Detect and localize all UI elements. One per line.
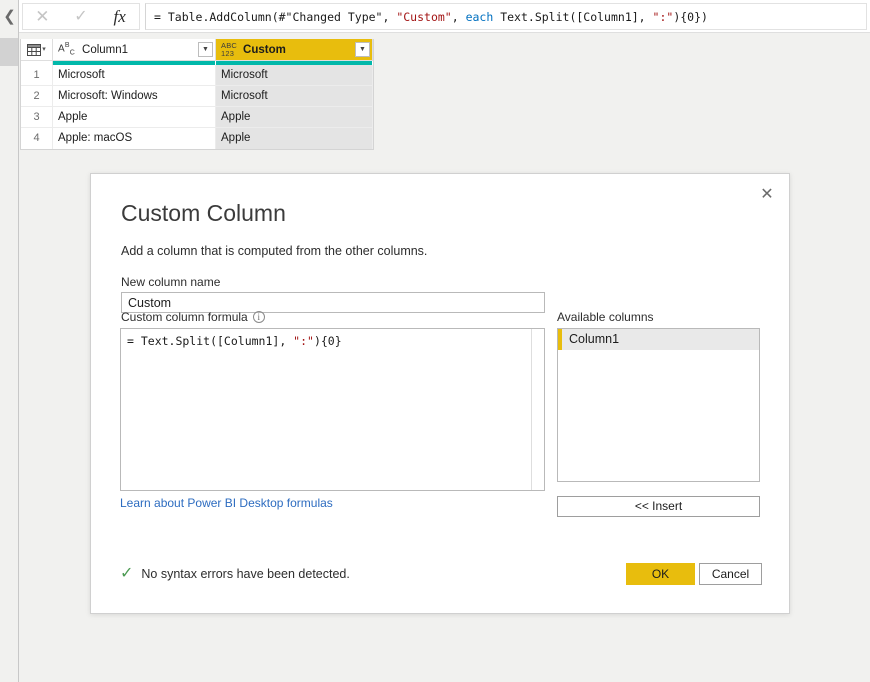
abc123-any-type-icon: ABC 123: [221, 41, 237, 58]
formula-token: ":": [652, 10, 674, 24]
row-number: 1: [21, 65, 53, 85]
check-icon: ✓: [120, 565, 134, 582]
grid-column-header-label: Column1: [82, 43, 129, 56]
row-number: 4: [21, 128, 53, 149]
cell-column1[interactable]: Microsoft: Windows: [53, 86, 216, 106]
cell-column1[interactable]: Apple: macOS: [53, 128, 216, 149]
formula-token: ){0}: [313, 334, 342, 348]
fx-icon[interactable]: fx: [100, 4, 139, 29]
column-filter-dropdown-icon[interactable]: ▼: [198, 42, 213, 57]
cell-custom[interactable]: Apple: [216, 128, 373, 149]
chevron-left-icon[interactable]: ❮: [2, 8, 17, 26]
formula-token: ){0}): [673, 10, 708, 24]
row-number: 2: [21, 86, 53, 106]
learn-formulas-link[interactable]: Learn about Power BI Desktop formulas: [120, 496, 333, 510]
chevron-down-icon: ▾: [42, 46, 46, 53]
formula-token: = Text.Split([Column1],: [127, 334, 294, 348]
table-row[interactable]: 4 Apple: macOS Apple: [21, 128, 373, 149]
insert-button[interactable]: << Insert: [557, 496, 760, 517]
cell-custom[interactable]: Apple: [216, 107, 373, 127]
table-icon: [27, 43, 42, 56]
dialog-title: Custom Column: [121, 200, 286, 226]
cancel-icon[interactable]: ✕: [23, 4, 62, 29]
syntax-status: ✓ No syntax errors have been detected.: [120, 565, 350, 582]
formula-token: = Table.AddColumn(#"Changed Type",: [154, 10, 397, 24]
cell-column1[interactable]: Microsoft: [53, 65, 216, 85]
formula-token: "Custom": [396, 10, 452, 24]
abc-text-type-icon: ABC: [58, 41, 76, 57]
grid-header-row: ▾ ABC Column1 ▼ ABC 123 Custom ▼: [21, 39, 373, 61]
cancel-button[interactable]: Cancel: [699, 563, 762, 585]
formula-token: Text.Split([Column1],: [493, 10, 653, 24]
formula-token: each: [465, 10, 494, 24]
table-row[interactable]: 3 Apple Apple: [21, 107, 373, 128]
column-filter-dropdown-icon[interactable]: ▼: [355, 42, 370, 57]
close-icon[interactable]: ✕: [755, 183, 779, 207]
custom-column-formula-label: Custom column formula i: [121, 310, 265, 324]
available-columns-label: Available columns: [557, 310, 654, 324]
power-query-editor-window: ❮ ✕ ✓ fx = Table.AddColumn(#"Changed Typ…: [0, 0, 870, 682]
cell-custom[interactable]: Microsoft: [216, 65, 373, 85]
custom-column-formula-editor[interactable]: = Text.Split([Column1], ":"){0}: [120, 328, 545, 491]
grid-rows: 1 Microsoft Microsoft 2 Microsoft: Windows Mi…: [21, 65, 373, 149]
grid-column-header-custom[interactable]: ABC 123 Custom ▼: [216, 39, 373, 60]
custom-column-dialog: ✕ Custom Column Add a column that is com…: [90, 173, 790, 614]
data-preview-grid: ▾ ABC Column1 ▼ ABC 123 Custom ▼ 1 Micros…: [20, 39, 374, 150]
check-icon[interactable]: ✓: [62, 4, 101, 29]
available-columns-list[interactable]: Column1: [557, 328, 760, 482]
formula-label-text: Custom column formula: [121, 310, 248, 324]
ok-button[interactable]: OK: [626, 563, 695, 585]
formula-editor-text: = Text.Split([Column1], ":"){0}: [121, 329, 544, 353]
status-badge: No syntax errors have been detected.: [141, 567, 350, 581]
formula-bar: ✕ ✓ fx = Table.AddColumn(#"Changed Type"…: [19, 0, 870, 33]
table-row[interactable]: 2 Microsoft: Windows Microsoft: [21, 86, 373, 107]
formula-token: ,: [451, 10, 466, 24]
formula-bar-input[interactable]: = Table.AddColumn(#"Changed Type", "Cust…: [145, 3, 867, 30]
cell-custom[interactable]: Microsoft: [216, 86, 373, 106]
dialog-subtitle: Add a column that is computed from the o…: [121, 244, 428, 258]
info-icon[interactable]: i: [252, 311, 265, 323]
formula-editor-scrollbar[interactable]: [531, 329, 544, 490]
grid-column-header-label: Custom: [243, 43, 286, 56]
row-number: 3: [21, 107, 53, 127]
formula-bar-actions: ✕ ✓ fx: [22, 3, 140, 30]
grid-column-header-column1[interactable]: ABC Column1 ▼: [53, 39, 216, 60]
left-rail: ❮: [0, 0, 19, 682]
select-all-columns-icon[interactable]: ▾: [21, 39, 53, 60]
new-column-name-label: New column name: [121, 275, 221, 289]
list-item[interactable]: Column1: [558, 329, 759, 350]
formula-token: ":": [293, 334, 314, 348]
table-row[interactable]: 1 Microsoft Microsoft: [21, 65, 373, 86]
queries-pane-collapsed-block[interactable]: [0, 38, 18, 66]
123-glyph: 123: [221, 48, 235, 58]
cell-column1[interactable]: Apple: [53, 107, 216, 127]
